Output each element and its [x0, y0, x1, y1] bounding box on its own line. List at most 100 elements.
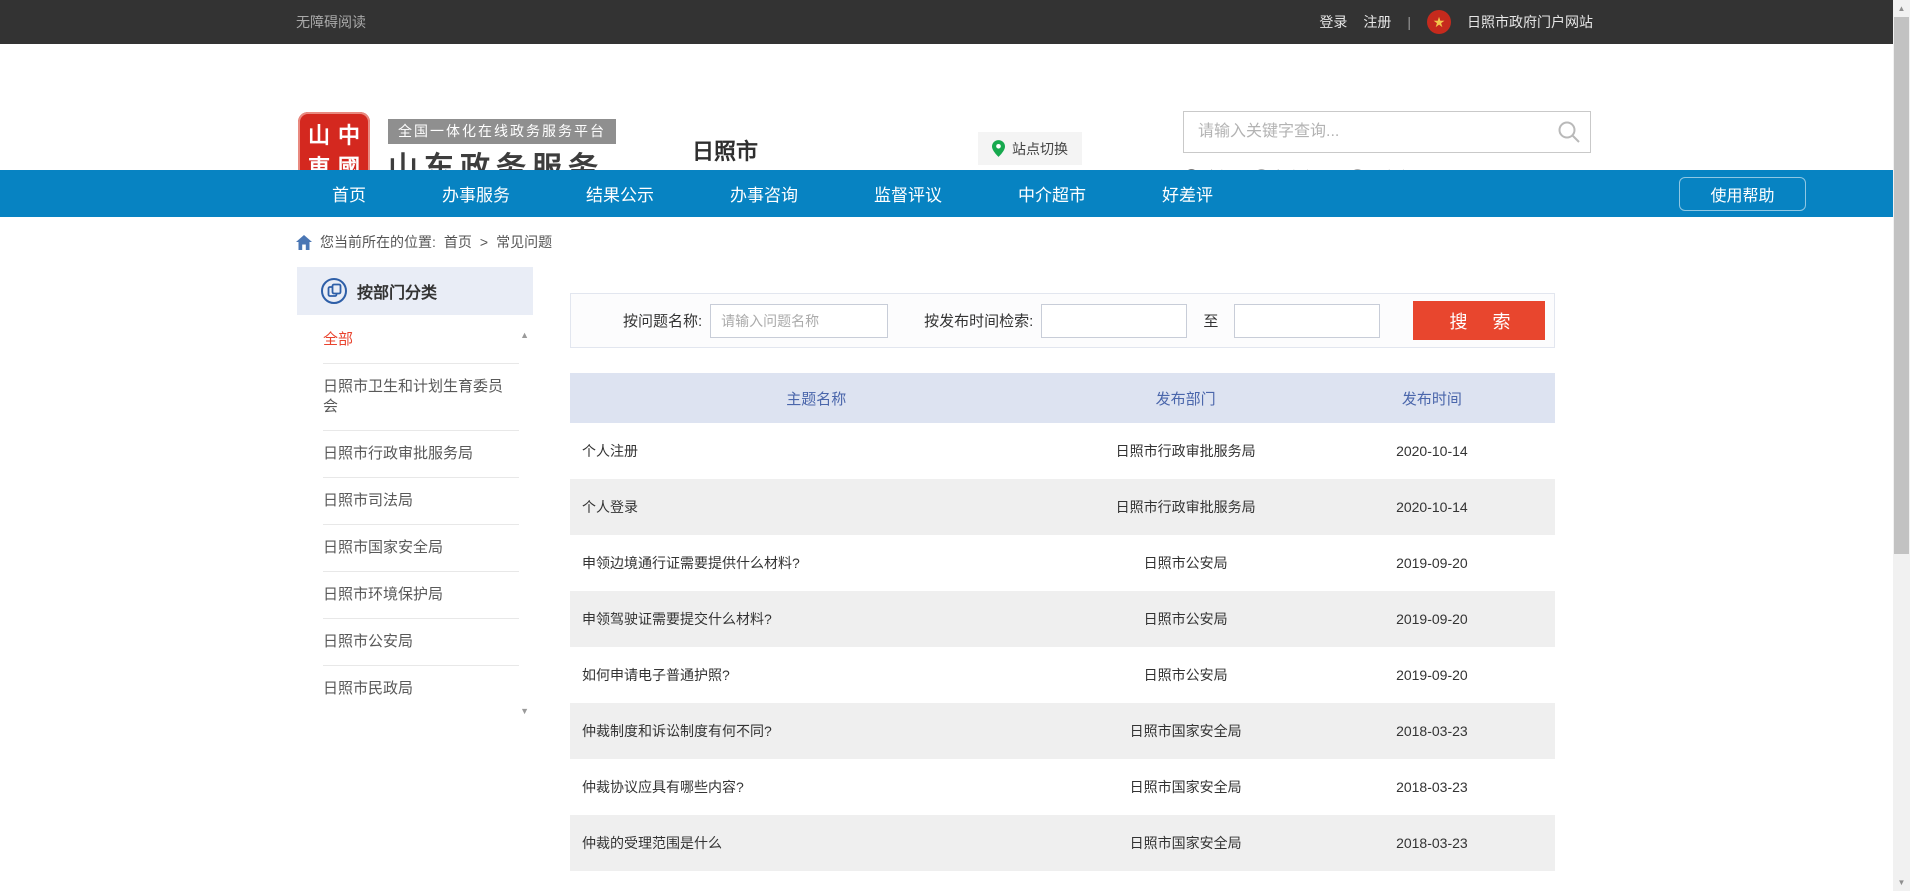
question-name-input[interactable]: [710, 304, 888, 338]
row-department: 日照市行政审批服务局: [1063, 441, 1309, 461]
row-date: 2019-09-20: [1309, 555, 1555, 571]
row-title[interactable]: 申领驾驶证需要提交什么材料?: [570, 609, 1063, 629]
row-department: 日照市国家安全局: [1063, 833, 1309, 853]
filter-bar: 按问题名称: 按发布时间检索: 至 搜 索: [570, 293, 1555, 348]
nav-items: 首页 办事服务 结果公示 办事咨询 监督评议 中介超市 好差评: [332, 170, 1213, 217]
seal-char: 中: [334, 118, 364, 150]
sidebar-item[interactable]: 日照市民政局: [323, 666, 519, 712]
date-to-label: 至: [1203, 310, 1218, 331]
city-name: 日照市: [692, 134, 758, 166]
row-department: 日照市行政审批服务局: [1063, 497, 1309, 517]
row-date: 2019-09-20: [1309, 611, 1555, 627]
nav-item[interactable]: 首页: [332, 181, 366, 206]
main-nav: 首页 办事服务 结果公示 办事咨询 监督评议 中介超市 好差评 使用帮助: [0, 170, 1893, 217]
topbar: 无障碍阅读 登录 注册 | ★ 日照市政府门户网站: [0, 0, 1893, 44]
publish-date-label: 按发布时间检索:: [924, 310, 1033, 331]
table-row[interactable]: 仲裁的受理范围是什么日照市国家安全局2018-03-23: [570, 815, 1555, 871]
nav-item[interactable]: 办事咨询: [730, 181, 798, 206]
sidebar-item[interactable]: 日照市公安局: [323, 619, 519, 666]
help-button[interactable]: 使用帮助: [1679, 177, 1806, 211]
table-row[interactable]: 申领驾驶证需要提交什么材料?日照市公安局2019-09-20: [570, 591, 1555, 647]
breadcrumb-prefix: 您当前所在的位置:: [320, 232, 436, 252]
row-title[interactable]: 申领边境通行证需要提供什么材料?: [570, 553, 1063, 573]
table-row[interactable]: 申领边境通行证需要提供什么材料?日照市公安局2019-09-20: [570, 535, 1555, 591]
topbar-divider: |: [1407, 14, 1411, 30]
column-header: 主题名称: [570, 388, 1063, 409]
keyword-search-box: [1183, 111, 1591, 153]
login-link[interactable]: 登录: [1319, 12, 1347, 32]
page-scrollbar[interactable]: ▲ ▼: [1893, 0, 1910, 891]
nav-item[interactable]: 中介超市: [1018, 181, 1086, 206]
row-title[interactable]: 如何申请电子普通护照?: [570, 665, 1063, 685]
sidebar-title: 按部门分类: [357, 279, 437, 303]
scrollbar-thumb[interactable]: [1894, 17, 1909, 554]
sidebar-header: 按部门分类: [297, 267, 533, 315]
row-date: 2019-09-20: [1309, 667, 1555, 683]
category-icon: [321, 278, 347, 304]
nav-item[interactable]: 好差评: [1162, 181, 1213, 206]
date-from-input[interactable]: [1041, 304, 1187, 338]
row-department: 日照市国家安全局: [1063, 777, 1309, 797]
main-content: 按问题名称: 按发布时间检索: 至 搜 索 主题名称发布部门发布时间 个人注册日…: [570, 293, 1555, 871]
sidebar-item[interactable]: 日照市司法局: [323, 478, 519, 525]
table-header: 主题名称发布部门发布时间: [570, 373, 1555, 423]
site-switch-label: 站点切换: [1012, 139, 1068, 159]
sidebar-item[interactable]: 日照市卫生和计划生育委员会: [323, 364, 519, 431]
table-body: 个人注册日照市行政审批服务局2020-10-14个人登录日照市行政审批服务局20…: [570, 423, 1555, 871]
search-icon[interactable]: [1556, 119, 1582, 145]
question-name-label: 按问题名称:: [623, 310, 702, 331]
scrollbar-down-icon[interactable]: ▼: [1893, 874, 1910, 891]
column-header: 发布时间: [1309, 388, 1555, 409]
accessibility-link[interactable]: 无障碍阅读: [296, 12, 366, 32]
portal-link[interactable]: 日照市政府门户网站: [1467, 12, 1593, 32]
row-title[interactable]: 仲裁协议应具有哪些内容?: [570, 777, 1063, 797]
sidebar-item[interactable]: 日照市国家安全局: [323, 525, 519, 572]
table-row[interactable]: 如何申请电子普通护照?日照市公安局2019-09-20: [570, 647, 1555, 703]
row-date: 2020-10-14: [1309, 443, 1555, 459]
topbar-right: 登录 注册 | ★ 日照市政府门户网站: [1319, 10, 1593, 34]
faq-table: 主题名称发布部门发布时间 个人注册日照市行政审批服务局2020-10-14个人登…: [570, 373, 1555, 871]
seal-char: 山: [304, 118, 334, 150]
sidebar-list: ▲ ▼ 全部日照市卫生和计划生育委员会日照市行政审批服务局日照市司法局日照市国家…: [297, 315, 533, 728]
platform-badge: 全国一体化在线政务服务平台: [388, 119, 616, 144]
row-department: 日照市公安局: [1063, 665, 1309, 685]
sidebar-item[interactable]: 日照市行政审批服务局: [323, 431, 519, 478]
home-icon: [296, 235, 312, 250]
scrollbar-up-icon[interactable]: ▲: [1893, 0, 1910, 17]
row-date: 2020-10-14: [1309, 499, 1555, 515]
sidebar-item[interactable]: 日照市环境保护局: [323, 572, 519, 619]
location-pin-icon: [992, 140, 1005, 157]
table-row[interactable]: 仲裁协议应具有哪些内容?日照市国家安全局2018-03-23: [570, 759, 1555, 815]
table-row[interactable]: 个人登录日照市行政审批服务局2020-10-14: [570, 479, 1555, 535]
row-department: 日照市公安局: [1063, 553, 1309, 573]
national-emblem-icon: ★: [1427, 10, 1451, 34]
nav-item[interactable]: 监督评议: [874, 181, 942, 206]
breadcrumb-current: 常见问题: [496, 232, 552, 252]
register-link[interactable]: 注册: [1363, 12, 1391, 32]
site-switch-button[interactable]: 站点切换: [978, 132, 1082, 165]
breadcrumb: 您当前所在的位置: 首页 > 常见问题: [296, 217, 552, 267]
row-date: 2018-03-23: [1309, 723, 1555, 739]
row-title[interactable]: 仲裁制度和诉讼制度有何不同?: [570, 721, 1063, 741]
row-title[interactable]: 仲裁的受理范围是什么: [570, 833, 1063, 853]
row-department: 日照市国家安全局: [1063, 721, 1309, 741]
breadcrumb-home[interactable]: 首页: [444, 232, 472, 252]
table-row[interactable]: 仲裁制度和诉讼制度有何不同?日照市国家安全局2018-03-23: [570, 703, 1555, 759]
nav-item[interactable]: 结果公示: [586, 181, 654, 206]
department-sidebar: 按部门分类 ▲ ▼ 全部日照市卫生和计划生育委员会日照市行政审批服务局日照市司法…: [297, 267, 533, 728]
column-header: 发布部门: [1063, 388, 1309, 409]
keyword-search-input[interactable]: [1184, 112, 1590, 152]
breadcrumb-separator: >: [480, 234, 488, 250]
sidebar-item[interactable]: 全部: [323, 317, 519, 364]
table-row[interactable]: 个人注册日照市行政审批服务局2020-10-14: [570, 423, 1555, 479]
row-title[interactable]: 个人登录: [570, 497, 1063, 517]
sidebar-scroll-down-icon[interactable]: ▼: [520, 707, 529, 716]
row-department: 日照市公安局: [1063, 609, 1309, 629]
date-to-input[interactable]: [1234, 304, 1380, 338]
row-date: 2018-03-23: [1309, 835, 1555, 851]
sidebar-scroll-up-icon[interactable]: ▲: [520, 331, 529, 340]
row-date: 2018-03-23: [1309, 779, 1555, 795]
row-title[interactable]: 个人注册: [570, 441, 1063, 461]
search-button[interactable]: 搜 索: [1413, 301, 1545, 340]
nav-item[interactable]: 办事服务: [442, 181, 510, 206]
